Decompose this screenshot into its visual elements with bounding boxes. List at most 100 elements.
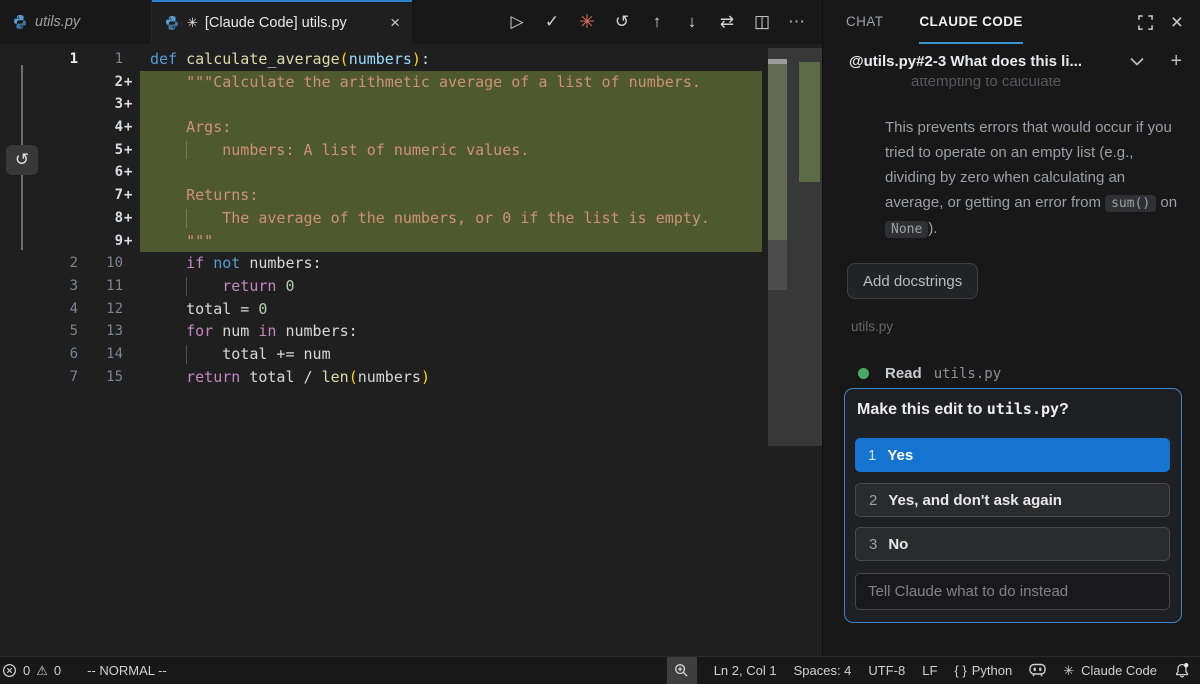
add-docstrings-button[interactable]: Add docstrings bbox=[847, 263, 978, 299]
gutter-new-line-number: 13 bbox=[78, 320, 123, 343]
diff-added-highlight bbox=[140, 116, 762, 139]
indentation[interactable]: Spaces: 4 bbox=[794, 663, 852, 678]
code-text: The average of the numbers, or 0 if the … bbox=[137, 207, 710, 230]
code-line[interactable]: 3+ bbox=[45, 93, 822, 116]
gutter-added-marker bbox=[123, 298, 137, 321]
tab-chat[interactable]: CHAT bbox=[846, 0, 883, 44]
indent-guide bbox=[186, 209, 187, 228]
read-status-row: Read utils.py bbox=[858, 365, 1001, 382]
code-line[interactable]: 7+ Returns: bbox=[45, 184, 822, 207]
code-line[interactable]: 5+ numbers: A list of numeric values. bbox=[45, 139, 822, 162]
arrow-down-button[interactable]: ↓ bbox=[683, 12, 701, 32]
close-tab-icon[interactable]: × bbox=[390, 13, 400, 33]
scrollbar-thumb-lower[interactable] bbox=[768, 240, 787, 290]
file-context-label: utils.py bbox=[851, 319, 893, 334]
code-text bbox=[137, 93, 150, 116]
option-yes-dont-ask-button[interactable]: 2 Yes, and don't ask again bbox=[855, 483, 1170, 517]
scrollbar-thumb[interactable] bbox=[768, 64, 787, 240]
gutter-old-line-number bbox=[45, 230, 78, 253]
minimap[interactable] bbox=[768, 48, 822, 446]
gutter-new-line-number: 10 bbox=[78, 252, 123, 275]
language-mode[interactable]: { } Python bbox=[954, 663, 1012, 678]
code-line[interactable]: 11 def calculate_average(numbers): bbox=[45, 48, 822, 71]
code-line[interactable]: 8+ The average of the numbers, or 0 if t… bbox=[45, 207, 822, 230]
code-line[interactable]: 513 for num in numbers: bbox=[45, 320, 822, 343]
thread-title: @utils.py#2-3 What does this li... bbox=[849, 53, 1082, 70]
option-yes-button[interactable]: 1 Yes bbox=[855, 438, 1170, 472]
tab-utils-py[interactable]: utils.py bbox=[0, 0, 152, 44]
check-button[interactable]: ✓ bbox=[543, 12, 561, 32]
panel-header-icons: × bbox=[1138, 0, 1200, 44]
gutter-old-line-number bbox=[45, 139, 78, 162]
code-line[interactable]: 311 return 0 bbox=[45, 275, 822, 298]
code-line[interactable]: 412 total = 0 bbox=[45, 298, 822, 321]
tab-claude-code[interactable]: CLAUDE CODE bbox=[919, 0, 1022, 44]
maximize-icon[interactable] bbox=[1138, 15, 1153, 30]
assistant-message: This prevents errors that would occur if… bbox=[885, 115, 1179, 242]
encoding[interactable]: UTF-8 bbox=[868, 663, 905, 678]
gutter-new-line-number: 12 bbox=[78, 298, 123, 321]
zoom-indicator[interactable] bbox=[667, 657, 697, 684]
claude-code-status[interactable]: ✳ Claude Code bbox=[1063, 663, 1157, 679]
code-editor[interactable]: ↺ 11 def calculate_average(numbers):2+ ""… bbox=[0, 44, 822, 656]
code-line[interactable]: 715 return total / len(numbers) bbox=[45, 366, 822, 389]
gutter-old-line-number: 1 bbox=[45, 48, 78, 71]
indent-guide bbox=[186, 277, 187, 296]
inline-code: None bbox=[885, 221, 928, 238]
gutter-added-marker: + bbox=[123, 93, 137, 116]
gutter-added-marker: + bbox=[123, 161, 137, 184]
gutter-old-line-number: 3 bbox=[45, 275, 78, 298]
status-dot-icon bbox=[858, 368, 869, 379]
tell-claude-input[interactable] bbox=[855, 573, 1170, 610]
diff-added-highlight bbox=[140, 93, 762, 116]
new-thread-button[interactable]: + bbox=[1170, 50, 1182, 73]
warnings-icon: ⚠ bbox=[36, 663, 48, 679]
option-no-button[interactable]: 3 No bbox=[855, 527, 1170, 561]
notifications-bell-icon[interactable] bbox=[1174, 662, 1190, 679]
thread-selector[interactable]: @utils.py#2-3 What does this li... + bbox=[823, 44, 1200, 78]
code-text: Args: bbox=[137, 116, 231, 139]
chevron-down-icon[interactable] bbox=[1130, 57, 1144, 66]
more-actions-button[interactable]: ⋯ bbox=[788, 12, 806, 32]
gutter-new-line-number: 14 bbox=[78, 343, 123, 366]
tab-label: utils.py bbox=[35, 14, 80, 30]
run-button[interactable]: ▷ bbox=[508, 12, 526, 32]
undo-button[interactable]: ↺ bbox=[613, 12, 631, 32]
tab-claude-code-utils-py[interactable]: ✳ [Claude Code] utils.py × bbox=[152, 0, 412, 44]
split-editor-button[interactable]: ◫ bbox=[753, 12, 771, 32]
gutter-added-marker bbox=[123, 252, 137, 275]
code-line[interactable]: 9+ """ bbox=[45, 230, 822, 253]
code-line[interactable]: 2+ """Calculate the arithmetic average o… bbox=[45, 71, 822, 94]
gutter-new-line-number: 1 bbox=[78, 48, 123, 71]
gutter-old-line-number: 7 bbox=[45, 366, 78, 389]
gutter-added-marker: + bbox=[123, 184, 137, 207]
claude-code-panel: CHAT CLAUDE CODE × @utils.py#2-3 What do… bbox=[822, 0, 1200, 656]
editor-toolbar: ▷ ✓ ✳ ↺ ↑ ↓ ⇄ ◫ ⋯ bbox=[508, 0, 822, 44]
eol-sequence[interactable]: LF bbox=[922, 663, 937, 678]
close-panel-icon[interactable]: × bbox=[1171, 12, 1183, 33]
gutter-added-marker: + bbox=[123, 71, 137, 94]
inline-code: sum() bbox=[1105, 195, 1156, 212]
revert-diff-button[interactable]: ↺ bbox=[6, 145, 38, 175]
gutter-added-marker: + bbox=[123, 207, 137, 230]
braces-icon: { } bbox=[954, 663, 966, 678]
errors-icon bbox=[2, 663, 17, 678]
problems-indicator[interactable]: 0 ⚠ 0 bbox=[0, 663, 61, 679]
code-text: if not numbers: bbox=[137, 252, 322, 275]
code-line[interactable]: 6+ bbox=[45, 161, 822, 184]
compare-changes-button[interactable]: ⇄ bbox=[718, 12, 736, 32]
copilot-icon[interactable] bbox=[1029, 663, 1046, 678]
gutter-new-line-number: 8 bbox=[78, 207, 123, 230]
code-line[interactable]: 4+ Args: bbox=[45, 116, 822, 139]
arrow-up-button[interactable]: ↑ bbox=[648, 12, 666, 32]
gutter-old-line-number: 4 bbox=[45, 298, 78, 321]
code-text: def calculate_average(numbers): bbox=[137, 48, 430, 71]
cursor-position[interactable]: Ln 2, Col 1 bbox=[714, 663, 777, 678]
code-line[interactable]: 210 if not numbers: bbox=[45, 252, 822, 275]
code-text bbox=[137, 161, 150, 184]
claude-spark-button[interactable]: ✳ bbox=[578, 11, 596, 34]
gutter-new-line-number: 6 bbox=[78, 161, 123, 184]
errors-count: 0 bbox=[23, 663, 30, 678]
code-line[interactable]: 614 total += num bbox=[45, 343, 822, 366]
panel-tab-bar: CHAT CLAUDE CODE × bbox=[823, 0, 1200, 44]
